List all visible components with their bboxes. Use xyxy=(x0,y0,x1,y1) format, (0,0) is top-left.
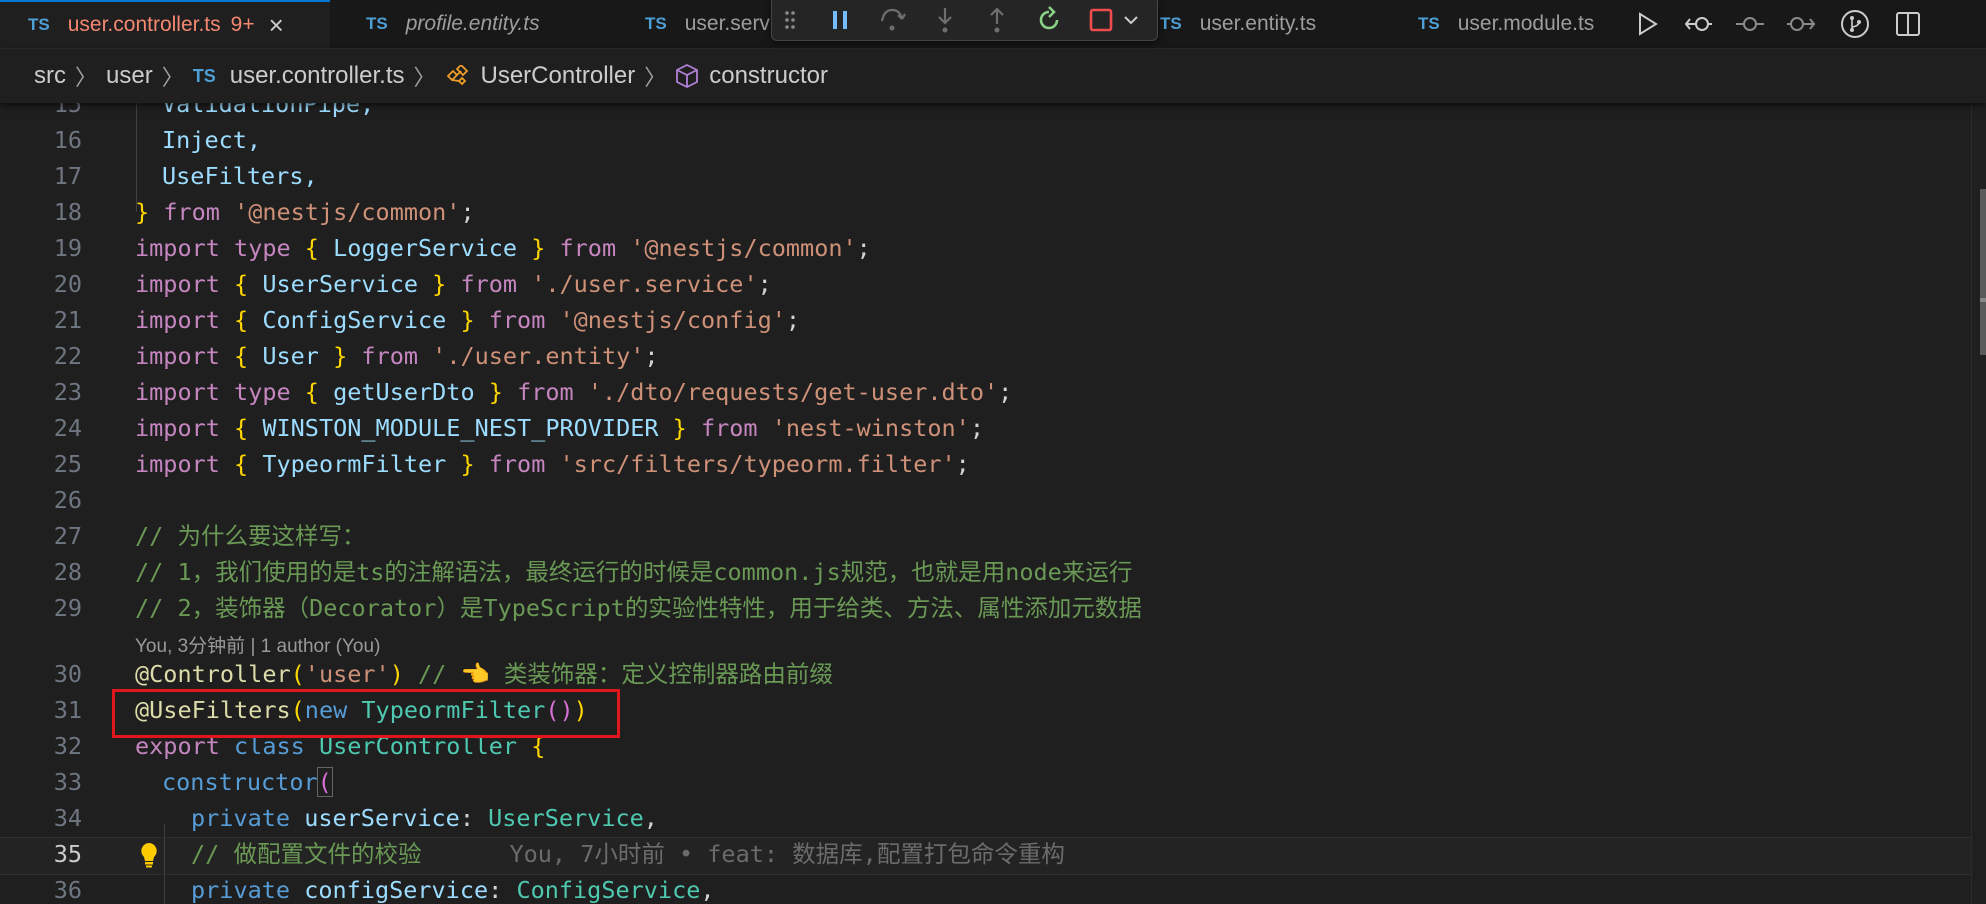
code-line: 21 import { ConfigService } from '@nestjs… xyxy=(53,306,801,334)
code-line: 16 Inject, xyxy=(53,126,262,154)
typescript-file-icon: TS xyxy=(1418,14,1440,33)
code-line: 26 xyxy=(53,486,82,514)
debug-toolbar xyxy=(771,0,1158,41)
code-line: 23 import type { getUserDto } from './dto… xyxy=(53,378,1013,406)
restart-icon[interactable] xyxy=(1033,4,1065,36)
tab-user-controller[interactable]: TS user.controller.ts 9+ × xyxy=(0,0,330,48)
timeline-icon[interactable] xyxy=(1734,8,1766,40)
run-icon[interactable] xyxy=(1632,8,1664,40)
breadcrumb-member[interactable]: constructor xyxy=(709,62,828,90)
chevron-right-icon: 〉 xyxy=(413,65,436,90)
close-tab-icon[interactable]: × xyxy=(269,12,284,38)
tab-user-entity[interactable]: TS user.entity.ts xyxy=(1160,0,1316,48)
chevron-right-icon: 〉 xyxy=(161,65,184,90)
breadcrumb-src[interactable]: src xyxy=(34,62,66,90)
go-forward-icon[interactable] xyxy=(1785,8,1817,40)
scrollbar-thumb[interactable] xyxy=(1980,189,1986,355)
tab-label: user.controller.ts xyxy=(67,13,221,36)
code-line: 36 private configService: ConfigService, xyxy=(53,876,715,904)
code-editor[interactable]: 15 ValidationPipe, 16 Inject, 17 UseFilters… xyxy=(0,96,1986,904)
code-line: 34 private userService: UserService, xyxy=(53,804,658,832)
tab-user-module[interactable]: TS user.module.ts xyxy=(1418,0,1594,48)
code-line: 33 constructor( xyxy=(53,767,333,797)
lightbulb-icon[interactable] xyxy=(137,842,161,868)
code-line: 35// 做配置文件的校验 You, 7小时前 • feat: 数据库,配置打包命… xyxy=(53,840,1065,868)
split-editor-icon[interactable] xyxy=(1892,8,1924,40)
tab-label: user.serv xyxy=(684,12,770,35)
tab-profile-entity[interactable]: TS profile.entity.ts xyxy=(366,0,540,48)
code-line: 29// 2，装饰器（Decorator）是TypeScript的实验性特性，用… xyxy=(53,594,1142,622)
code-line: 28// 1，我们使用的是ts的注解语法，最终运行的时候是common.js规范… xyxy=(53,558,1133,586)
editor-scrollbar[interactable] xyxy=(1971,103,1986,904)
code-line: 30 @Controller('user') // 👈 类装饰器：定义控制器路由前… xyxy=(53,660,833,688)
inline-blame: You, 7小时前 • feat: 数据库,配置打包命令重构 xyxy=(509,840,1065,868)
typescript-file-icon: TS xyxy=(366,14,388,33)
code-line: 20 import { UserService } from './user.se… xyxy=(53,270,772,298)
typescript-file-icon: TS xyxy=(28,15,50,34)
step-over-icon[interactable] xyxy=(876,4,908,36)
code-line: 22 import { User } from './user.entity'; xyxy=(53,342,659,370)
code-line: 27// 为什么要这样写： xyxy=(53,522,366,550)
chevron-down-icon[interactable] xyxy=(1115,4,1147,36)
annotation-highlight-box xyxy=(112,689,620,738)
code-line: 17 UseFilters, xyxy=(53,162,318,190)
symbol-method-icon xyxy=(675,63,699,89)
breadcrumb-file[interactable]: user.controller.ts xyxy=(230,62,405,90)
scrollbar-marker xyxy=(1980,298,1986,302)
code-line: 18} from '@nestjs/common'; xyxy=(53,198,475,226)
step-out-icon[interactable] xyxy=(981,4,1013,36)
tab-label: profile.entity.ts xyxy=(405,12,540,35)
breadcrumb-class[interactable]: UserController xyxy=(481,62,636,90)
step-into-icon[interactable] xyxy=(929,4,961,36)
code-line: 24 import { WINSTON_MODULE_NEST_PROVIDER … xyxy=(53,414,984,442)
typescript-file-icon: TS xyxy=(1160,14,1182,33)
typescript-file-icon: TS xyxy=(192,65,216,86)
typescript-file-icon: TS xyxy=(645,14,667,33)
code-line: 19 import type { LoggerService } from '@n… xyxy=(53,234,871,262)
stop-icon[interactable] xyxy=(1085,4,1117,36)
go-back-icon[interactable] xyxy=(1683,8,1715,40)
codelens-blame[interactable]: You, 3分钟前 | 1 author (You) xyxy=(135,631,380,658)
tab-label: user.module.ts xyxy=(1457,12,1595,35)
breadcrumb-user[interactable]: user xyxy=(106,62,153,90)
code-line: 25 import { TypeormFilter } from 'src/fil… xyxy=(53,450,970,478)
symbol-class-icon xyxy=(445,65,471,87)
chevron-right-icon: 〉 xyxy=(644,65,667,90)
drag-handle-icon[interactable] xyxy=(774,4,806,36)
problems-badge: 9+ xyxy=(230,13,255,36)
source-control-icon[interactable] xyxy=(1839,8,1871,40)
chevron-right-icon: 〉 xyxy=(75,65,98,90)
debug-pause-icon[interactable] xyxy=(824,4,856,36)
tab-label: user.entity.ts xyxy=(1199,12,1317,35)
tab-user-service[interactable]: TS user.serv xyxy=(645,0,770,48)
breadcrumb: src 〉 user 〉 TS user.controller.ts 〉 Use… xyxy=(0,49,1986,103)
